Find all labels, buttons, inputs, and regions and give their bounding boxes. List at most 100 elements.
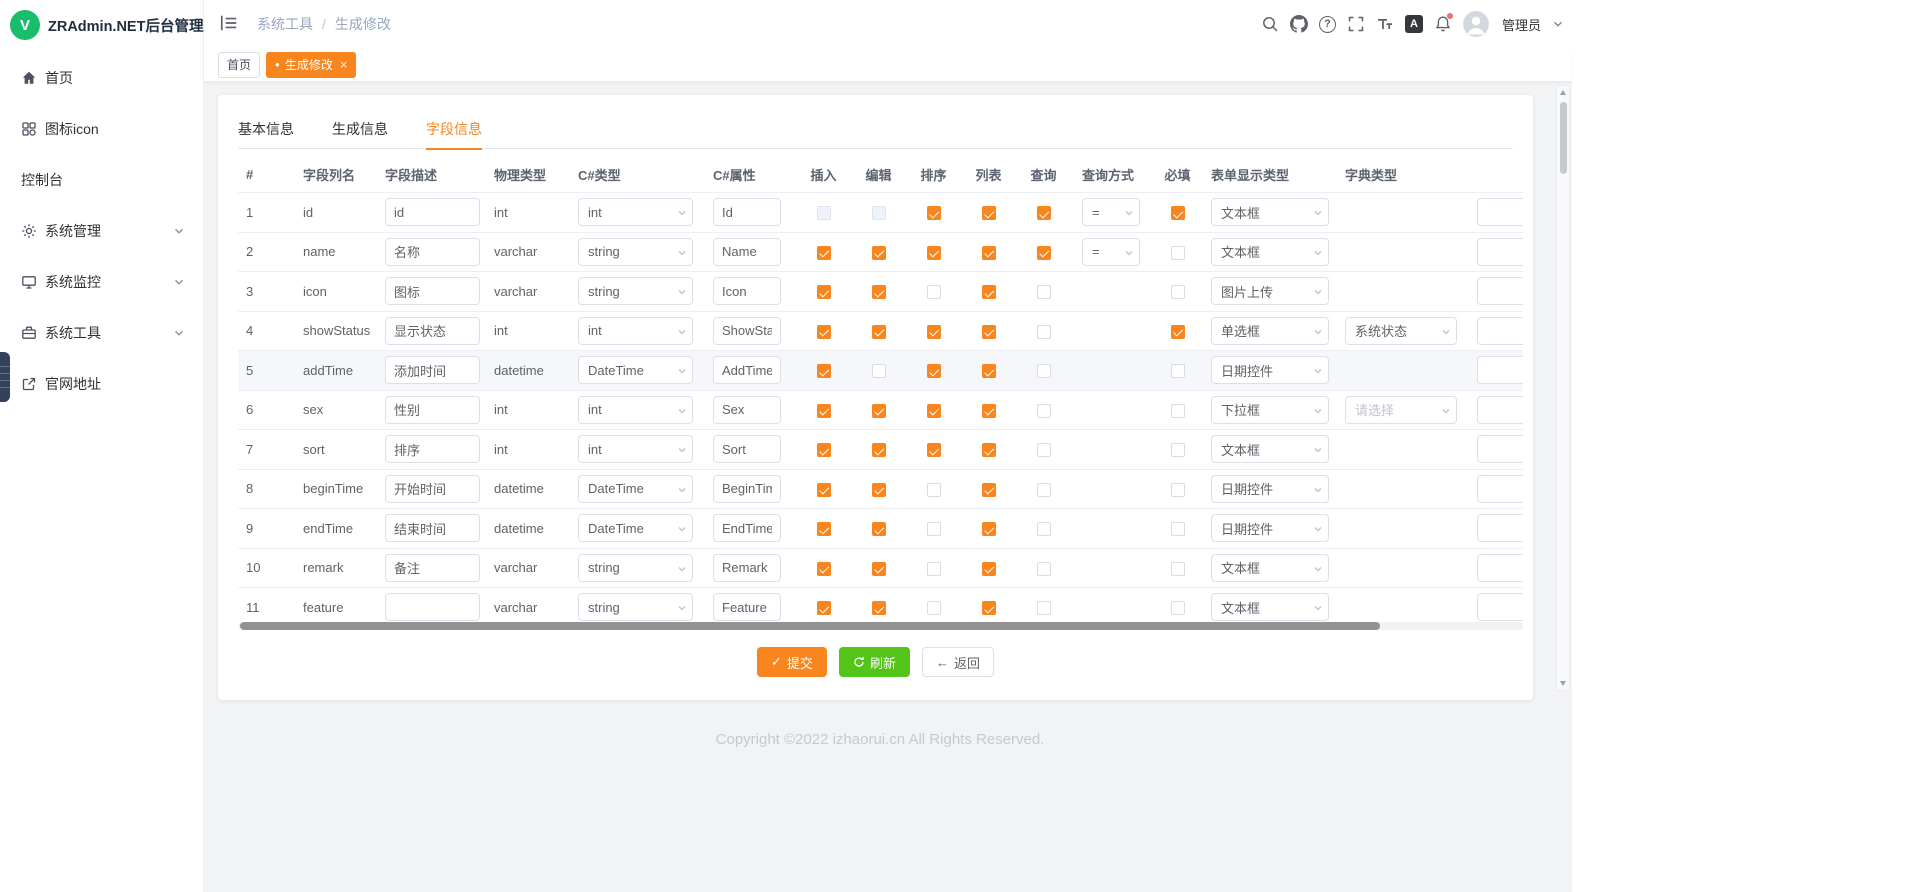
query-type-select[interactable]: = <box>1082 238 1140 266</box>
edit-checkbox[interactable] <box>872 404 886 418</box>
required-checkbox[interactable] <box>1171 206 1185 220</box>
sort-checkbox[interactable] <box>927 364 941 378</box>
notification-bell-icon[interactable] <box>1434 15 1452 33</box>
insert-checkbox[interactable] <box>817 206 831 220</box>
clipped-extra-input[interactable] <box>1477 396 1523 424</box>
insert-checkbox[interactable] <box>817 246 831 260</box>
csharp-type-select[interactable]: int <box>578 396 693 424</box>
csharp-type-select[interactable]: int <box>578 198 693 226</box>
column-description-input[interactable] <box>385 435 480 463</box>
dict-type-select[interactable]: 请选择 <box>1345 396 1457 424</box>
query-type-select[interactable]: = <box>1082 198 1140 226</box>
csharp-property-input[interactable] <box>713 396 781 424</box>
csharp-type-select[interactable]: DateTime <box>578 356 693 384</box>
column-description-input[interactable] <box>385 277 480 305</box>
clipped-extra-input[interactable] <box>1477 435 1523 463</box>
sort-checkbox[interactable] <box>927 206 941 220</box>
list-checkbox[interactable] <box>982 364 996 378</box>
insert-checkbox[interactable] <box>817 325 831 339</box>
sort-checkbox[interactable] <box>927 562 941 576</box>
required-checkbox[interactable] <box>1171 364 1185 378</box>
column-description-input[interactable] <box>385 317 480 345</box>
breadcrumb-section[interactable]: 系统工具 <box>257 14 313 34</box>
display-type-select[interactable]: 文本框 <box>1211 435 1329 463</box>
clipped-extra-input[interactable] <box>1477 277 1523 305</box>
back-button[interactable]: ← 返回 <box>922 647 994 677</box>
list-checkbox[interactable] <box>982 246 996 260</box>
required-checkbox[interactable] <box>1171 404 1185 418</box>
list-checkbox[interactable] <box>982 483 996 497</box>
csharp-property-input[interactable] <box>713 514 781 542</box>
column-description-input[interactable] <box>385 356 480 384</box>
edit-checkbox[interactable] <box>872 443 886 457</box>
edit-checkbox[interactable] <box>872 562 886 576</box>
sort-checkbox[interactable] <box>927 285 941 299</box>
edit-checkbox[interactable] <box>872 246 886 260</box>
edit-checkbox[interactable] <box>872 325 886 339</box>
list-checkbox[interactable] <box>982 285 996 299</box>
clipped-extra-input[interactable] <box>1477 475 1523 503</box>
vertical-scrollbar[interactable] <box>1556 85 1570 691</box>
tag-home[interactable]: 首页 <box>218 52 260 78</box>
tab-field-info[interactable]: 字段信息 <box>426 109 482 149</box>
font-size-icon[interactable] <box>1376 15 1394 33</box>
clipped-extra-input[interactable] <box>1477 317 1523 345</box>
display-type-select[interactable]: 下拉框 <box>1211 396 1329 424</box>
required-checkbox[interactable] <box>1171 246 1185 260</box>
column-description-input[interactable] <box>385 396 480 424</box>
list-checkbox[interactable] <box>982 206 996 220</box>
edit-checkbox[interactable] <box>872 364 886 378</box>
horizontal-scrollbar[interactable] <box>238 622 1523 630</box>
column-description-input[interactable] <box>385 475 480 503</box>
help-icon[interactable]: ? <box>1319 16 1336 33</box>
clipped-extra-input[interactable] <box>1477 593 1523 621</box>
query-checkbox[interactable] <box>1037 562 1051 576</box>
column-description-input[interactable] <box>385 198 480 226</box>
list-checkbox[interactable] <box>982 325 996 339</box>
query-checkbox[interactable] <box>1037 522 1051 536</box>
insert-checkbox[interactable] <box>817 483 831 497</box>
insert-checkbox[interactable] <box>817 522 831 536</box>
query-checkbox[interactable] <box>1037 443 1051 457</box>
display-type-select[interactable]: 文本框 <box>1211 238 1329 266</box>
refresh-button[interactable]: 刷新 <box>839 647 910 677</box>
display-type-select[interactable]: 日期控件 <box>1211 514 1329 542</box>
csharp-type-select[interactable]: string <box>578 593 693 621</box>
edit-checkbox[interactable] <box>872 483 886 497</box>
edit-checkbox[interactable] <box>872 285 886 299</box>
horizontal-scrollbar-thumb[interactable] <box>240 622 1380 630</box>
sort-checkbox[interactable] <box>927 522 941 536</box>
tab-basic-info[interactable]: 基本信息 <box>238 109 294 149</box>
csharp-property-input[interactable] <box>713 317 781 345</box>
list-checkbox[interactable] <box>982 404 996 418</box>
user-avatar[interactable] <box>1463 11 1489 37</box>
sort-checkbox[interactable] <box>927 601 941 615</box>
sidebar-item-console[interactable]: 控制台 <box>0 154 203 205</box>
user-dropdown-chevron-icon[interactable] <box>1552 18 1564 30</box>
submit-button[interactable]: ✓ 提交 <box>757 647 827 677</box>
github-icon[interactable] <box>1290 15 1308 33</box>
required-checkbox[interactable] <box>1171 443 1185 457</box>
csharp-property-input[interactable] <box>713 593 781 621</box>
csharp-type-select[interactable]: string <box>578 554 693 582</box>
insert-checkbox[interactable] <box>817 601 831 615</box>
sort-checkbox[interactable] <box>927 483 941 497</box>
query-checkbox[interactable] <box>1037 206 1051 220</box>
display-type-select[interactable]: 单选框 <box>1211 317 1329 345</box>
search-icon[interactable] <box>1261 15 1279 33</box>
edit-checkbox[interactable] <box>872 522 886 536</box>
edit-checkbox[interactable] <box>872 206 886 220</box>
sidebar-item-home[interactable]: 首页 <box>0 52 203 103</box>
sidebar-toggle-icon[interactable] <box>219 13 241 35</box>
edit-checkbox[interactable] <box>872 601 886 615</box>
csharp-type-select[interactable]: int <box>578 317 693 345</box>
query-checkbox[interactable] <box>1037 246 1051 260</box>
sidebar-item-website[interactable]: 官网地址 <box>0 358 203 409</box>
display-type-select[interactable]: 文本框 <box>1211 593 1329 621</box>
insert-checkbox[interactable] <box>817 364 831 378</box>
sidebar-item-system-management[interactable]: 系统管理 <box>0 205 203 256</box>
insert-checkbox[interactable] <box>817 285 831 299</box>
clipped-extra-input[interactable] <box>1477 554 1523 582</box>
display-type-select[interactable]: 文本框 <box>1211 198 1329 226</box>
csharp-property-input[interactable] <box>713 238 781 266</box>
